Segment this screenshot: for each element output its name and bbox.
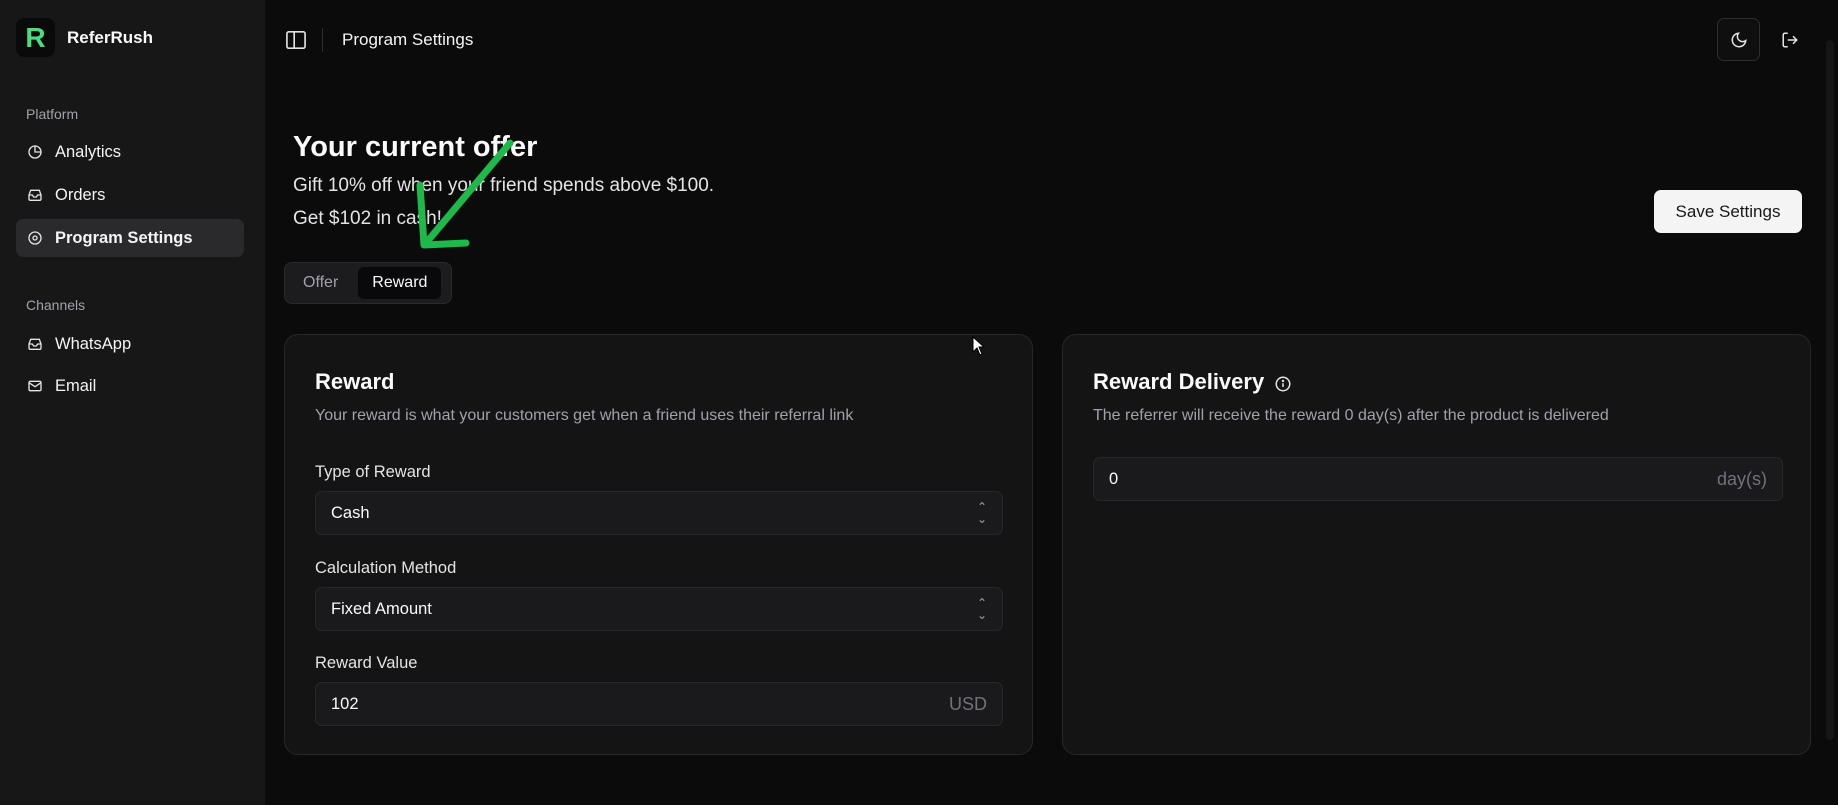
brand[interactable]: R ReferRush [16,18,153,57]
sidebar-toggle-button[interactable] [285,30,307,50]
reward-delivery-card: Reward Delivery The referrer will receiv… [1062,334,1811,755]
reward-delivery-title-text: Reward Delivery [1093,369,1265,394]
reward-card-title: Reward [315,369,394,395]
page-title: Program Settings [342,30,474,49]
annotation-arrow-icon [416,139,514,249]
reward-value-currency: USD [948,693,987,714]
sidebar-item-whatsapp[interactable]: WhatsApp [16,325,244,363]
sidebar-group-platform: Platform [26,106,79,122]
chevron-up-down-icon: ⌃ ⌄ [976,500,987,526]
settings-icon [28,231,42,245]
tab-offer[interactable]: Offer [289,267,352,299]
save-settings-button[interactable]: Save Settings [1654,190,1802,233]
sidebar-item-label: Email [55,376,97,395]
theme-toggle-button[interactable] [1717,18,1760,61]
mouse-cursor-icon [972,336,986,356]
logout-icon [1782,32,1798,48]
sidebar: R ReferRush Platform Analytics Orders Pr… [0,0,265,805]
app-logo: R [16,18,55,57]
reward-value-text: 102 [331,694,359,713]
reward-value-label: Reward Value [315,654,418,672]
calculation-method-select[interactable]: Fixed Amount ⌃ ⌄ [315,587,1003,631]
sidebar-item-analytics[interactable]: Analytics [16,133,244,171]
panel-left-icon [286,31,306,49]
sidebar-item-email[interactable]: Email [16,367,244,405]
calculation-method-value: Fixed Amount [331,599,432,618]
logout-button[interactable] [1770,20,1810,60]
sidebar-item-label: Analytics [55,142,122,161]
inbox-icon [28,338,42,350]
type-of-reward-label: Type of Reward [315,463,431,481]
reward-card-description: Your reward is what your customers get w… [315,407,854,424]
app-name: ReferRush [67,27,153,47]
reward-card-title-text: Reward [315,369,395,394]
header-divider [322,28,323,52]
delivery-days-unit: day(s) [1716,468,1767,489]
calculation-method-label: Calculation Method [315,559,457,577]
sidebar-item-label: Orders [55,185,106,204]
reward-delivery-description: The referrer will receive the reward 0 d… [1093,407,1609,424]
sidebar-item-label: Program Settings [55,228,193,247]
scrollbar[interactable] [1826,40,1834,740]
sidebar-item-label: WhatsApp [55,334,132,353]
tab-reward[interactable]: Reward [358,267,442,299]
sidebar-item-program-settings[interactable]: Program Settings [16,219,244,257]
settings-tabs: Offer Reward [284,262,452,304]
sidebar-group-channels: Channels [26,297,86,313]
moon-icon [1731,31,1747,47]
inbox-icon [28,189,42,201]
delivery-days-input[interactable]: 0 day(s) [1093,457,1783,501]
info-icon[interactable] [1274,373,1292,392]
reward-delivery-title: Reward Delivery [1093,369,1292,395]
type-of-reward-value: Cash [331,503,370,522]
mail-icon [28,380,42,392]
pie-chart-icon [28,145,42,159]
sidebar-item-orders[interactable]: Orders [16,176,244,214]
delivery-days-value: 0 [1109,469,1119,488]
type-of-reward-select[interactable]: Cash ⌃ ⌄ [315,491,1003,535]
reward-card: Reward Your reward is what your customer… [284,334,1033,755]
reward-value-input[interactable]: 102 USD [315,682,1003,726]
chevron-up-down-icon: ⌃ ⌄ [976,596,987,622]
